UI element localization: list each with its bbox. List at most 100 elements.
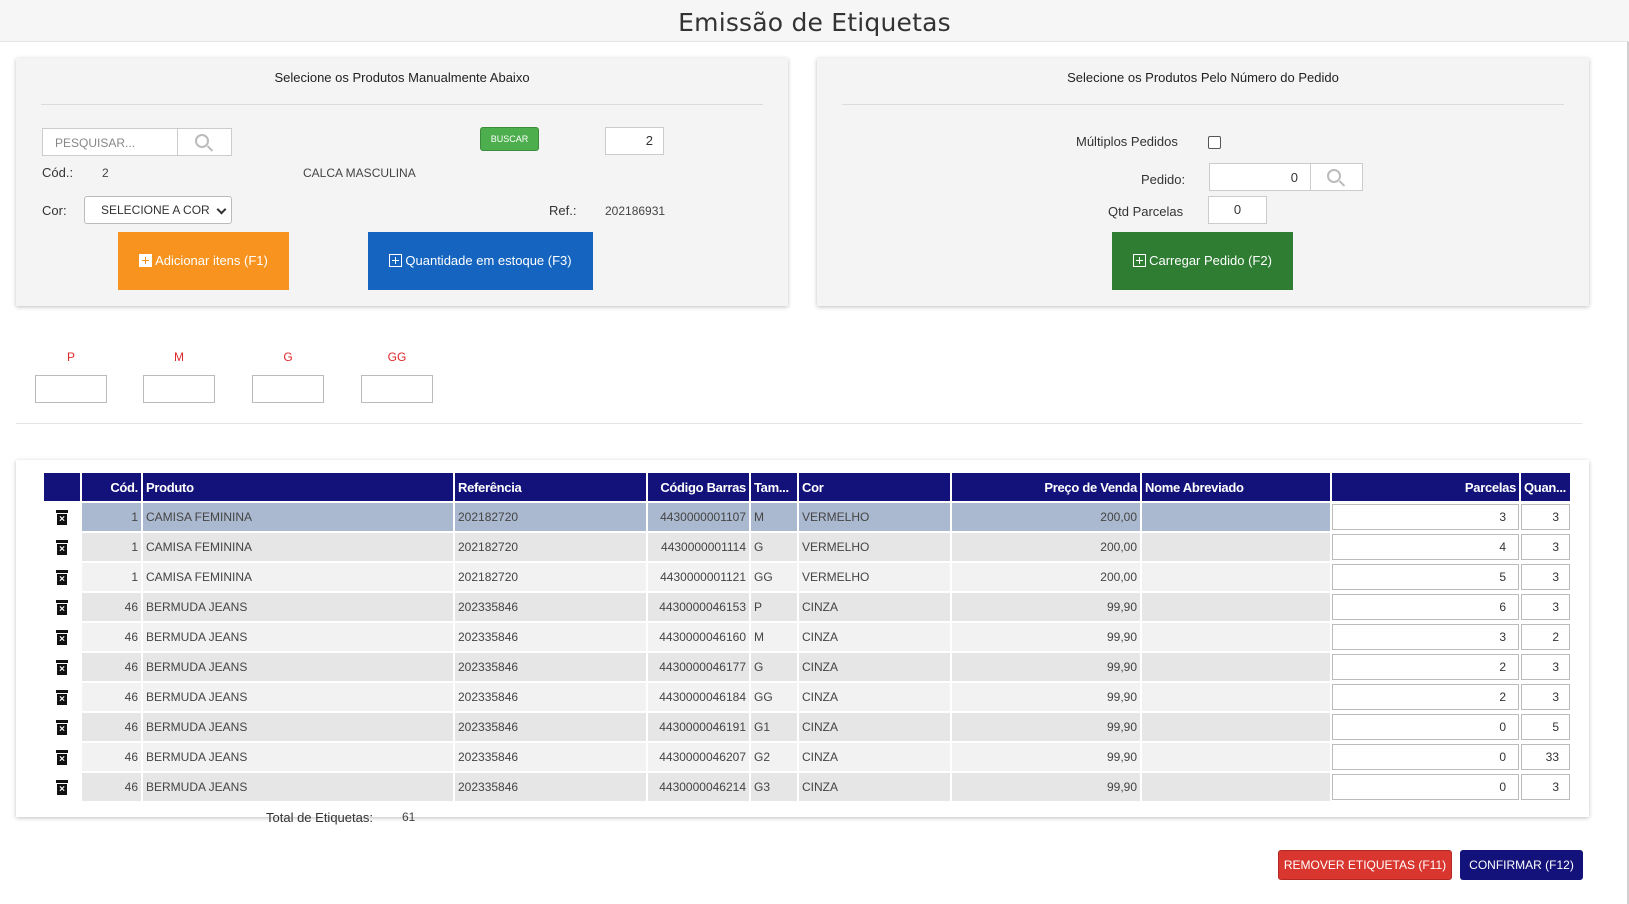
quantidade-input[interactable]: 2 [1521, 624, 1570, 650]
column-header-cor[interactable]: Cor [799, 473, 950, 501]
cell-tamanho: G3 [751, 773, 797, 801]
cell-tamanho: M [751, 503, 797, 531]
table-row[interactable]: × 46 BERMUDA JEANS 202335846 4430000046214 G3… [44, 773, 1570, 801]
cell-codigo-barras: 4430000001114 [648, 533, 749, 561]
size-label-gg: GG [387, 350, 407, 364]
add-items-button[interactable]: Adicionar itens (F1) [118, 232, 289, 290]
cell-cod: 1 [82, 533, 141, 561]
size-input-g[interactable] [252, 375, 324, 403]
column-header-parcelas[interactable]: Parcelas [1332, 473, 1519, 501]
delete-row-button[interactable]: × [44, 773, 80, 801]
qtd-parcelas-label: Qtd Parcelas [1108, 204, 1184, 219]
column-header-tamanho[interactable]: Tam... [751, 473, 797, 501]
quantidade-input[interactable]: 3 [1521, 774, 1570, 800]
ref-label: Ref.: [549, 203, 577, 218]
cell-parcelas: 0 [1332, 713, 1519, 741]
quantidade-input[interactable]: 3 [1521, 684, 1570, 710]
cell-quantidade: 3 [1521, 773, 1570, 801]
cor-select-value: SELECIONE A COR [101, 203, 210, 217]
cell-parcelas: 6 [1332, 593, 1519, 621]
qtd-parcelas-input[interactable]: 0 [1208, 196, 1267, 224]
cell-parcelas: 4 [1332, 533, 1519, 561]
parcelas-input[interactable]: 2 [1332, 654, 1519, 680]
column-header-preco[interactable]: Preço de Venda [952, 473, 1140, 501]
delete-row-button[interactable]: × [44, 623, 80, 651]
quantidade-input[interactable]: 3 [1521, 564, 1570, 590]
parcelas-input[interactable]: 2 [1332, 684, 1519, 710]
size-input-m[interactable] [143, 375, 215, 403]
delete-row-button[interactable]: × [44, 563, 80, 591]
page-title: Emissão de Etiquetas [678, 8, 951, 37]
parcelas-input[interactable]: 4 [1332, 534, 1519, 560]
table-row[interactable]: × 1 CAMISA FEMININA 202182720 4430000001121 G… [44, 563, 1570, 591]
size-input-gg[interactable] [361, 375, 433, 403]
confirm-button[interactable]: CONFIRMAR (F12) [1460, 850, 1583, 880]
cell-cod: 1 [82, 503, 141, 531]
cell-produto: BERMUDA JEANS [143, 653, 453, 681]
load-order-button[interactable]: Carregar Pedido (F2) [1112, 232, 1293, 290]
column-header-produto[interactable]: Produto [143, 473, 453, 501]
table-row[interactable]: × 46 BERMUDA JEANS 202335846 4430000046153 P C… [44, 593, 1570, 621]
cell-preco: 200,00 [952, 563, 1140, 591]
column-header-codigo-barras[interactable]: Código Barras [648, 473, 749, 501]
multiplos-pedidos-checkbox[interactable] [1208, 136, 1221, 149]
column-header-quantidade[interactable]: Quan... [1521, 473, 1570, 501]
cell-referencia: 202182720 [455, 503, 646, 531]
cell-cor: VERMELHO [799, 533, 950, 561]
parcelas-input[interactable]: 3 [1332, 624, 1519, 650]
pedido-input[interactable]: 0 [1209, 163, 1363, 191]
cell-cod: 46 [82, 713, 141, 741]
parcelas-input[interactable]: 0 [1332, 714, 1519, 740]
table-row[interactable]: × 1 CAMISA FEMININA 202182720 4430000001107 M… [44, 503, 1570, 531]
quantidade-input[interactable]: 3 [1521, 654, 1570, 680]
parcelas-input[interactable]: 0 [1332, 744, 1519, 770]
quantidade-input[interactable]: 5 [1521, 714, 1570, 740]
cell-tamanho: GG [751, 683, 797, 711]
table-row[interactable]: × 46 BERMUDA JEANS 202335846 4430000046177 G C… [44, 653, 1570, 681]
table-row[interactable]: × 46 BERMUDA JEANS 202335846 4430000046191 G1… [44, 713, 1570, 741]
parcelas-input[interactable]: 0 [1332, 774, 1519, 800]
quantidade-input[interactable]: 3 [1521, 534, 1570, 560]
quantidade-input[interactable]: 3 [1521, 504, 1570, 530]
product-search-input[interactable]: PESQUISAR... [42, 128, 232, 156]
size-input-p[interactable] [35, 375, 107, 403]
order-selection-panel: Selecione os Produtos Pelo Número do Ped… [817, 58, 1589, 306]
table-row[interactable]: × 46 BERMUDA JEANS 202335846 4430000046184 GG… [44, 683, 1570, 711]
buscar-button[interactable]: BUSCAR [480, 127, 539, 151]
column-header-cod[interactable]: Cód. [82, 473, 141, 501]
stock-quantity-button[interactable]: Quantidade em estoque (F3) [368, 232, 593, 290]
cell-nome-abreviado [1142, 593, 1330, 621]
search-button[interactable] [177, 129, 231, 155]
delete-row-button[interactable]: × [44, 683, 80, 711]
quantidade-input[interactable]: 33 [1521, 744, 1570, 770]
parcelas-input[interactable]: 6 [1332, 594, 1519, 620]
cell-produto: BERMUDA JEANS [143, 773, 453, 801]
pedido-search-button[interactable] [1310, 164, 1362, 190]
table-row[interactable]: × 1 CAMISA FEMININA 202182720 4430000001114 G… [44, 533, 1570, 561]
search-placeholder: PESQUISAR... [55, 136, 136, 150]
divider [16, 423, 1582, 424]
pedido-label: Pedido: [1141, 172, 1186, 187]
column-header-nome-abreviado[interactable]: Nome Abreviado [1142, 473, 1330, 501]
total-labels-label: Total de Etiquetas: [266, 810, 373, 825]
parcelas-input[interactable]: 3 [1332, 504, 1519, 530]
parcelas-input[interactable]: 5 [1332, 564, 1519, 590]
cor-select[interactable]: SELECIONE A COR [84, 196, 232, 224]
delete-row-button[interactable]: × [44, 653, 80, 681]
column-header-referencia[interactable]: Referência [455, 473, 646, 501]
table-row[interactable]: × 46 BERMUDA JEANS 202335846 4430000046160 M C… [44, 623, 1570, 651]
cell-parcelas: 3 [1332, 623, 1519, 651]
cell-referencia: 202335846 [455, 683, 646, 711]
trash-icon: × [56, 659, 68, 675]
delete-row-button[interactable]: × [44, 533, 80, 561]
table-row[interactable]: × 46 BERMUDA JEANS 202335846 4430000046207 G2… [44, 743, 1570, 771]
cell-nome-abreviado [1142, 653, 1330, 681]
cell-cor: VERMELHO [799, 503, 950, 531]
delete-row-button[interactable]: × [44, 503, 80, 531]
delete-row-button[interactable]: × [44, 593, 80, 621]
delete-row-button[interactable]: × [44, 743, 80, 771]
delete-row-button[interactable]: × [44, 713, 80, 741]
remove-labels-button[interactable]: REMOVER ETIQUETAS (F11) [1278, 850, 1452, 880]
quantidade-input[interactable]: 3 [1521, 594, 1570, 620]
quantity-input[interactable]: 2 [605, 127, 664, 155]
